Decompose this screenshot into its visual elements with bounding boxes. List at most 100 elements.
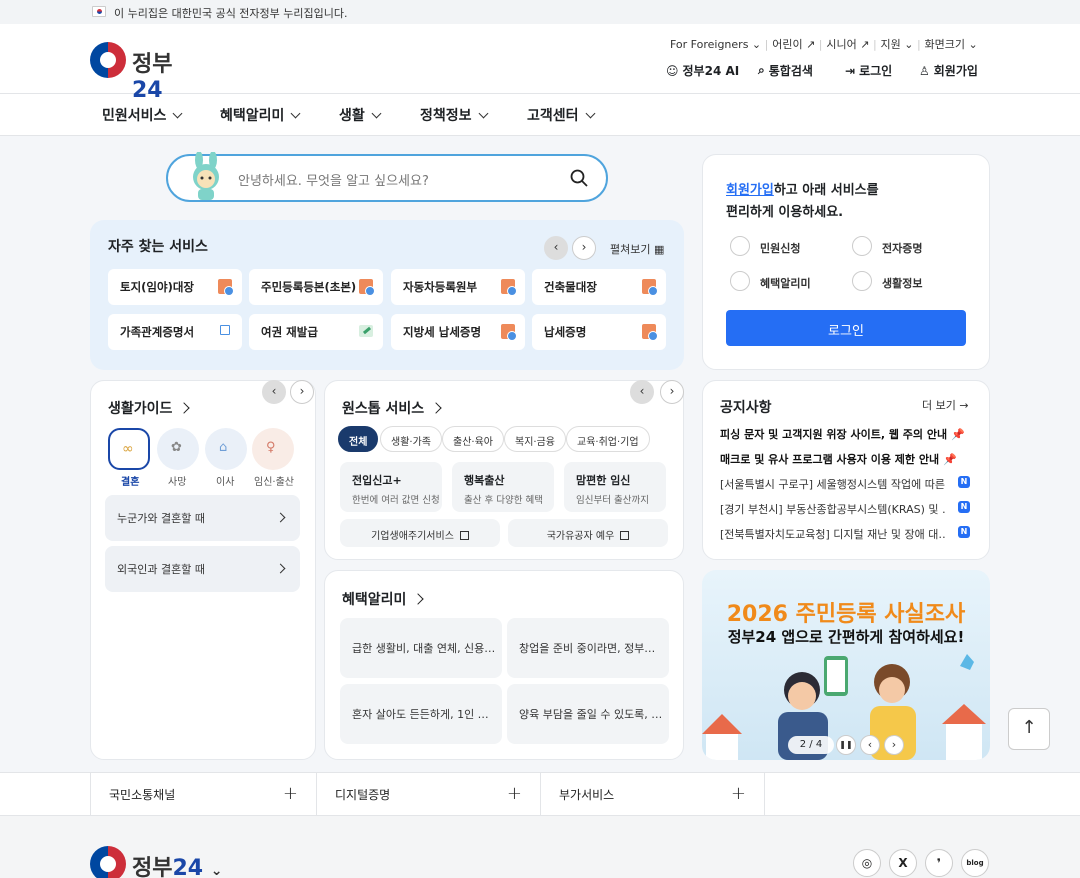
benefit-item[interactable]: 혼자 살아도 든든하게, 1인 … <box>340 684 502 744</box>
support-link[interactable]: 지원 <box>880 38 900 51</box>
chip-education-job[interactable]: 교육·취업·기업 <box>566 426 650 452</box>
integrated-search-button[interactable]: ⌕ 통합검색 <box>758 62 813 79</box>
nav-life[interactable]: 생활 <box>339 105 380 125</box>
notice-item[interactable]: [전북특별자치도교육청] 디지털 재난 및 장애 대… <box>720 526 946 542</box>
pause-icon[interactable]: ❚❚ <box>836 735 856 755</box>
notice-pinned-item[interactable]: 매크로 및 유사 프로그램 사용자 이용 제한 안내 📌 <box>720 451 957 467</box>
chevron-down-icon: ⌄ <box>748 38 765 51</box>
prev-arrow-icon[interactable]: ‹ <box>262 380 286 404</box>
external-link-icon: ↗ <box>856 38 873 51</box>
gov24-ai-label: 정부24 AI <box>682 64 740 78</box>
member-service-label: 생활정보 <box>882 277 923 290</box>
kids-link[interactable]: 어린이 <box>772 38 802 51</box>
signup-link[interactable]: ♙ 회원가입 <box>919 62 978 79</box>
service-tile[interactable]: 자동차등록원부 <box>391 269 525 305</box>
benefit-item[interactable]: 양육 부담을 줄일 수 있도록, … <box>507 684 669 744</box>
accordion-public-channels[interactable]: 국민소통채널 + <box>90 773 316 815</box>
pregnant-icon: ♀ <box>266 440 276 455</box>
footer-logo[interactable]: 정부24 ⌄ <box>90 846 230 878</box>
service-name: 행복출산 <box>464 474 505 487</box>
screen-size-link[interactable]: 화면크기 <box>925 38 965 51</box>
onestop-service-card[interactable]: 전입신고+ 한번에 여러 값면 신청 <box>340 462 442 512</box>
arrow-up-icon: ↑ <box>1021 717 1037 738</box>
chip-all[interactable]: 전체 <box>338 426 379 452</box>
instagram-icon[interactable]: ◎ <box>853 849 881 877</box>
gov24-ai-button[interactable]: ☺ 정부24 AI <box>666 62 739 79</box>
service-tile[interactable]: 납세증명 <box>532 314 666 350</box>
notice-more-link[interactable]: 더 보기 → <box>922 397 969 413</box>
guide-tab-death[interactable]: ✿ <box>157 428 199 470</box>
chip-life-family[interactable]: 생활·가족 <box>380 426 442 452</box>
footer: 정부24 ⌄ <box>0 816 1080 878</box>
life-guide-title[interactable]: 생활가이드 <box>108 398 188 418</box>
service-tile[interactable]: 토지(임야)대장 <box>108 269 242 305</box>
guide-row[interactable]: 외국인과 결혼할 때 <box>105 546 300 592</box>
nav-civil-service[interactable]: 민원서비스 <box>102 105 181 125</box>
prev-arrow-icon[interactable]: ‹ <box>630 380 654 404</box>
signup-inline-link[interactable]: 회원가입 <box>726 183 774 198</box>
benefit-title[interactable]: 혜택알리미 <box>342 589 422 609</box>
benefit-item[interactable]: 급한 생활비, 대출 연체, 신용… <box>340 618 502 678</box>
main-search-box[interactable]: 안녕하세요. 무엇을 알고 싶으세요? <box>166 152 608 202</box>
onestop-title[interactable]: 원스톱 서비스 <box>342 398 440 418</box>
notice-item[interactable]: [경기 부천시] 부동산종합공부시스템(KRAS) 및 … <box>720 501 946 517</box>
pin-icon: 📌 <box>942 453 957 466</box>
guide-row[interactable]: 누군가와 결혼할 때 <box>105 495 300 541</box>
plus-icon: + <box>506 783 522 804</box>
chip-birth-childcare[interactable]: 출산·육아 <box>442 426 504 452</box>
accordion-extra-services[interactable]: 부가서비스 + <box>540 773 765 815</box>
frequent-services-panel: 자주 찾는 서비스 ‹ › 펼쳐보기 ▦ 토지(임야)대장 주민등록등본(초본)… <box>90 220 684 370</box>
korea-flag-icon <box>92 6 106 17</box>
guide-tab-pregnancy[interactable]: ♀ <box>252 428 294 470</box>
nav-benefit-alert[interactable]: 혜택알리미 <box>220 105 299 125</box>
next-arrow-icon[interactable]: › <box>884 735 904 755</box>
banner-subtitle: 정부24 앱으로 간편하게 참여하세요! <box>727 628 965 646</box>
senior-link[interactable]: 시니어 <box>826 38 856 51</box>
x-icon[interactable]: X <box>889 849 917 877</box>
promo-banner[interactable]: 2026 주민등록 사실조사 정부24 앱으로 간편하게 참여하세요! 2 / … <box>702 570 990 760</box>
service-name: 맘편한 임신 <box>576 474 631 487</box>
quote-icon[interactable]: ❜ <box>925 849 953 877</box>
prev-arrow-icon[interactable]: ‹ <box>544 236 568 260</box>
next-arrow-icon[interactable]: › <box>660 380 684 404</box>
house-icon: ⌂ <box>219 440 228 455</box>
blog-icon[interactable]: blog <box>961 849 989 877</box>
service-tile[interactable]: 여권 재발급 <box>249 314 383 350</box>
next-arrow-icon[interactable]: › <box>572 236 596 260</box>
member-intro: 회원가입하고 아래 서비스를 편리하게 이용하세요. <box>726 180 879 224</box>
expand-button[interactable]: 펼쳐보기 ▦ <box>610 241 664 257</box>
veterans-link[interactable]: 국가유공자 예우 <box>508 519 668 547</box>
nav-policy[interactable]: 정책정보 <box>420 105 487 125</box>
guide-tab-move[interactable]: ⌂ <box>205 428 247 470</box>
gov-notice-text: 이 누리집은 대한민국 공식 전자정부 누리집입니다. <box>114 7 348 20</box>
notice-pinned-item[interactable]: 피싱 문자 및 고객지원 위장 사이트, 웹 주의 안내 📌 <box>720 426 965 442</box>
service-tile[interactable]: 건축물대장 <box>532 269 666 305</box>
guide-tab-marriage[interactable]: ∞ <box>108 428 150 470</box>
flower-icon: ✿ <box>171 440 182 455</box>
search-icon[interactable] <box>570 169 588 187</box>
accordion-digital-cert[interactable]: 디지털증명 + <box>316 773 540 815</box>
rings-icon: ∞ <box>122 441 134 457</box>
chevron-down-icon: ⌄ <box>900 38 917 51</box>
onestop-service-card[interactable]: 맘편한 임신 임신부터 출산까지 <box>564 462 666 512</box>
service-tile[interactable]: 주민등록등본(초본) <box>249 269 383 305</box>
chip-welfare-finance[interactable]: 복지·금융 <box>504 426 566 452</box>
service-tile[interactable]: 가족관계증명서 <box>108 314 242 350</box>
login-link[interactable]: ⇥ 로그인 <box>845 62 892 79</box>
benefit-item[interactable]: 창업을 준비 중이라면, 정부… <box>507 618 669 678</box>
link-label: 국가유공자 예우 <box>546 531 615 542</box>
onestop-service-card[interactable]: 행복출산 출산 후 다양한 혜택 <box>452 462 554 512</box>
for-foreigners-link[interactable]: For Foreigners <box>670 38 748 51</box>
logo[interactable]: 정부24 <box>90 40 200 103</box>
notice-item[interactable]: [서울특별시 구로구] 세울행정시스템 작업에 따른… <box>720 476 946 492</box>
login-button[interactable]: 로그인 <box>726 310 966 346</box>
service-tile[interactable]: 지방세 납세증명 <box>391 314 525 350</box>
prev-arrow-icon[interactable]: ‹ <box>860 735 880 755</box>
back-to-top-button[interactable]: ↑ <box>1008 708 1050 750</box>
next-arrow-icon[interactable]: › <box>290 380 314 404</box>
accordion-label: 디지털증명 <box>335 788 391 802</box>
member-intro-text: 하고 아래 서비스를 <box>773 183 879 198</box>
business-lifecycle-link[interactable]: 기업생애주기서비스 <box>340 519 500 547</box>
service-tile-label: 자동차등록원부 <box>403 280 478 294</box>
nav-customer-center[interactable]: 고객센터 <box>527 105 594 125</box>
